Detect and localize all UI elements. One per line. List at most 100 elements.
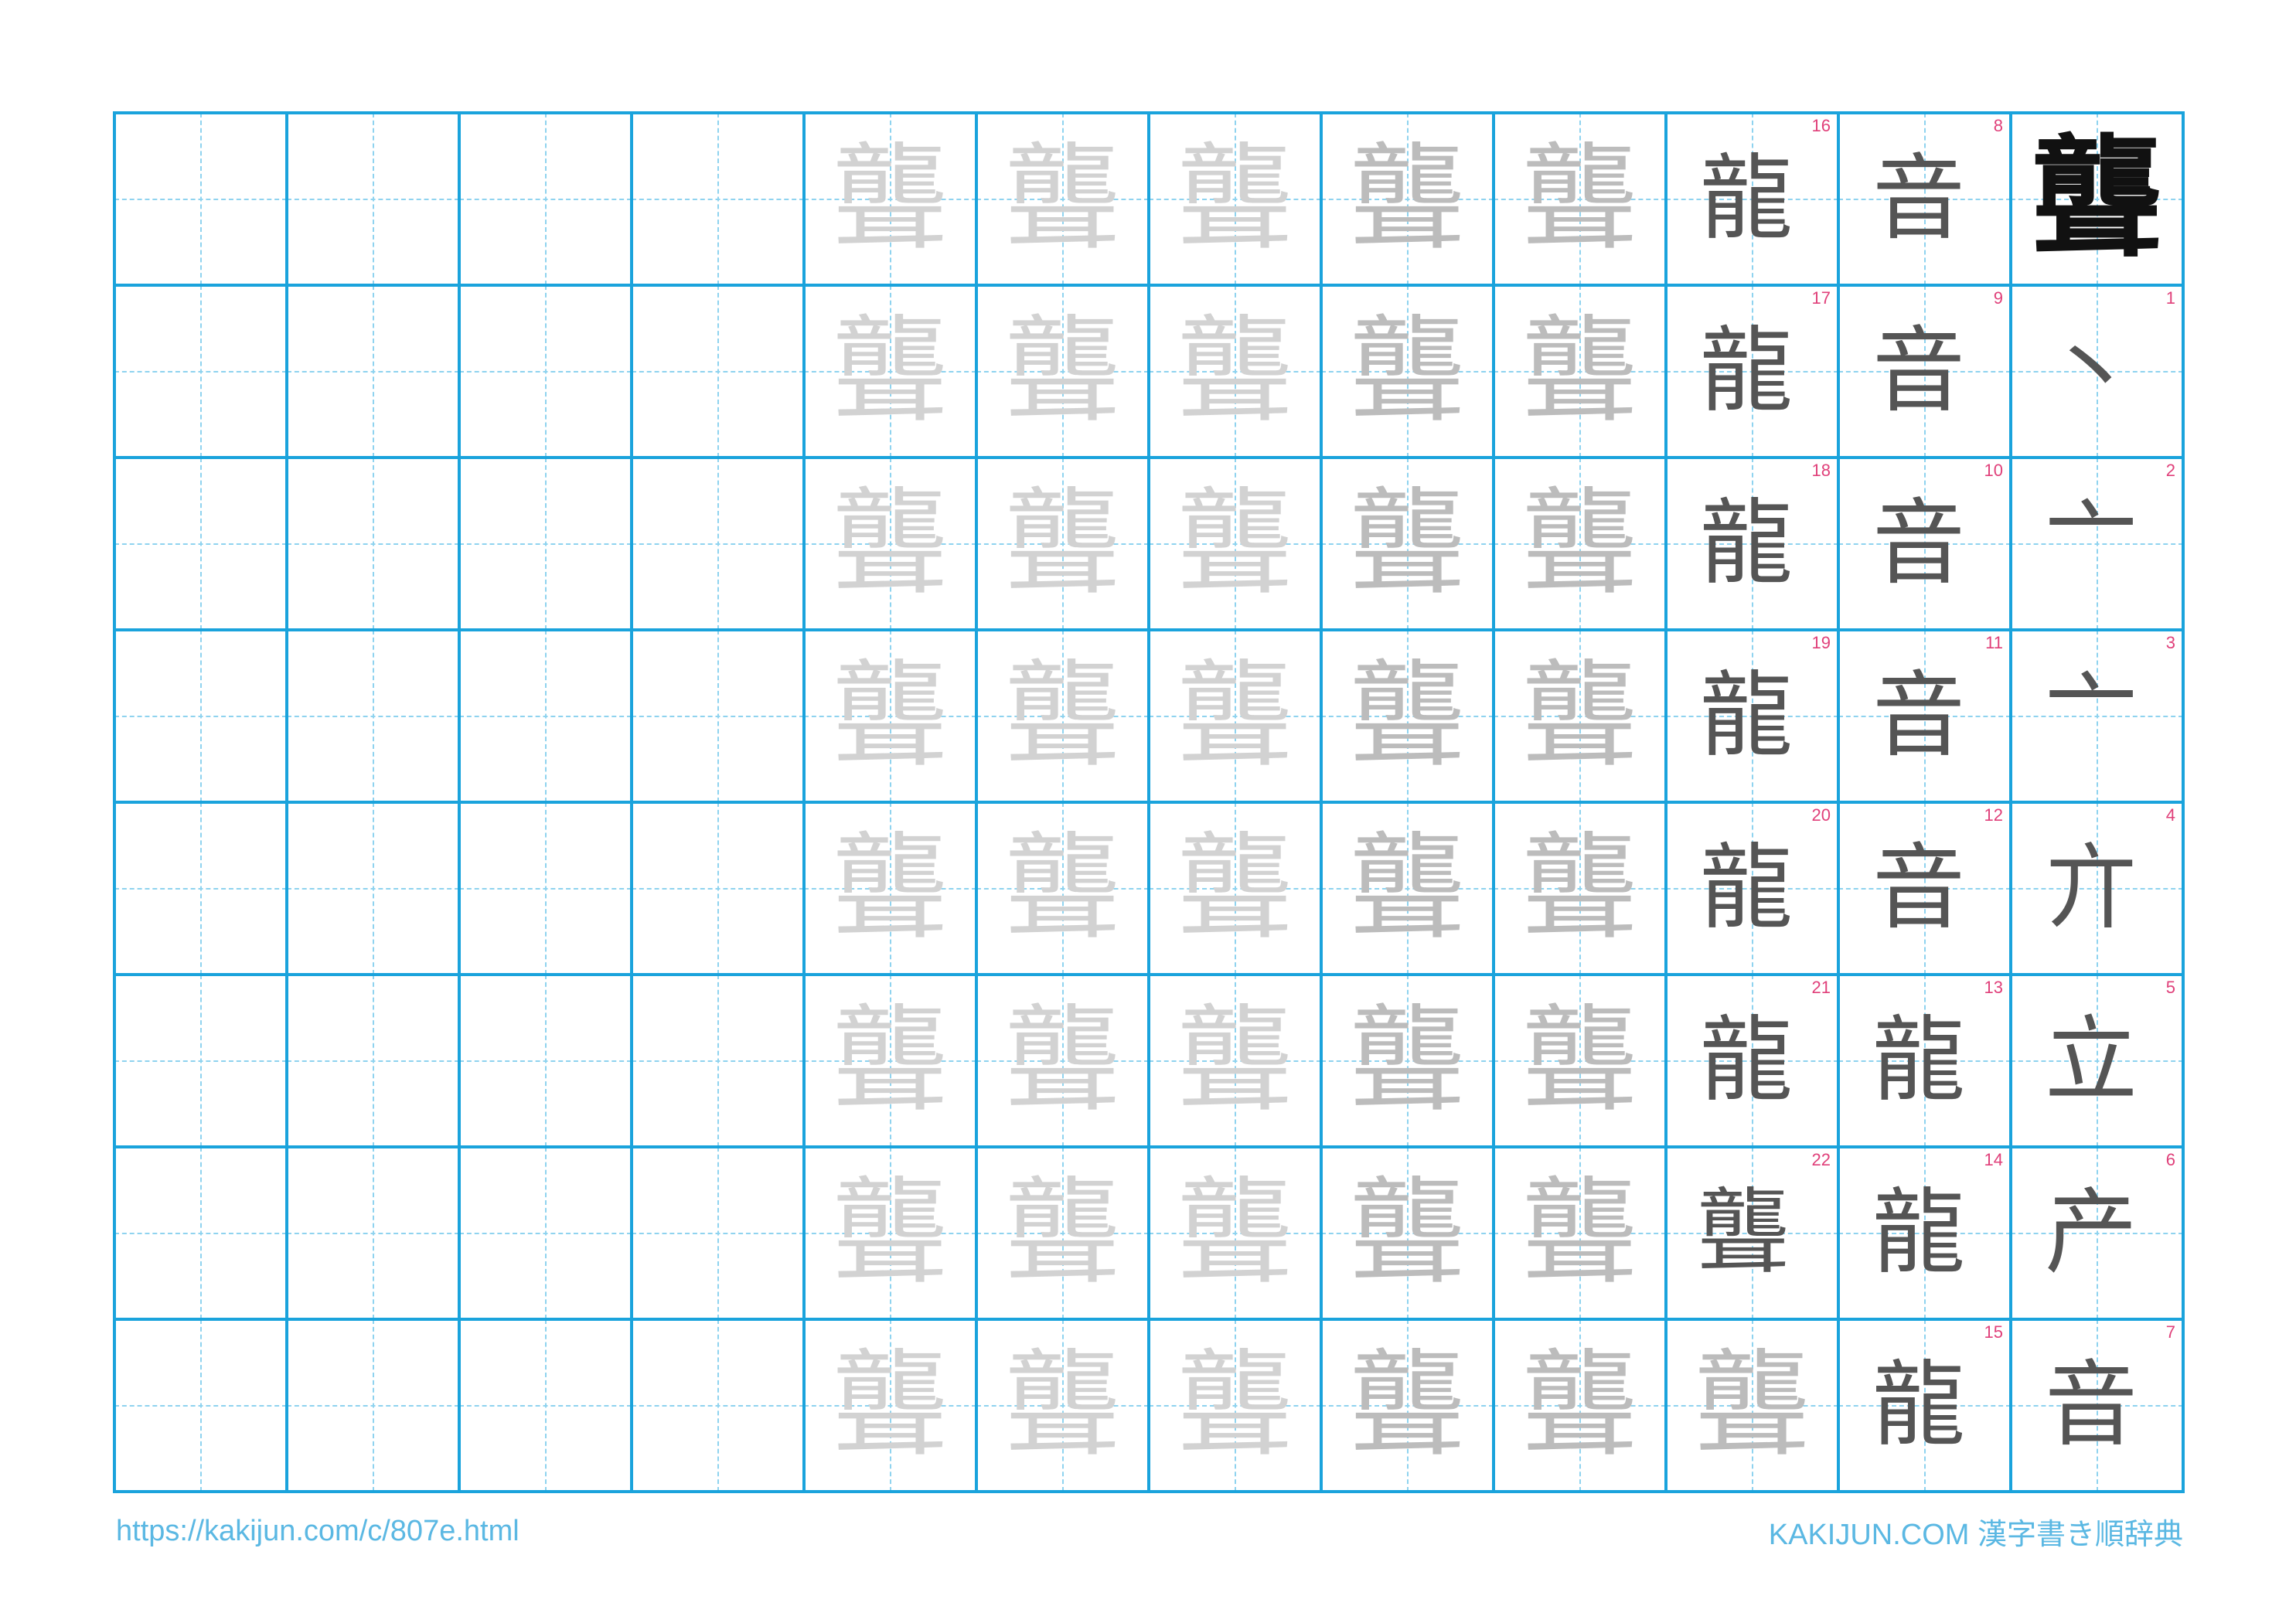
stroke-step-glyph: 亠 (2045, 489, 2138, 597)
guide-line-vertical (373, 285, 374, 458)
guide-line-horizontal (287, 888, 459, 890)
grid-cell: 聾 (804, 975, 976, 1147)
tracing-kanji: 聾 (1521, 131, 1638, 267)
stroke-step-glyph: 亣 (2045, 834, 2138, 942)
guide-line-vertical (200, 975, 202, 1147)
stroke-step-glyph: 龍 (1700, 662, 1793, 770)
guide-line-horizontal (287, 199, 459, 200)
site-brand: KAKIJUN.COM 漢字書き順辞典 (1768, 1519, 2183, 1551)
guide-line-vertical (545, 1147, 547, 1319)
stroke-step-glyph: 音 (1872, 317, 1965, 425)
guide-line-vertical (373, 113, 374, 285)
grid-cell: 音8 (1838, 113, 2011, 285)
stroke-step-glyph: 音 (1872, 834, 1965, 942)
stroke-step-glyph: 丶 (2045, 317, 2138, 425)
guide-line-horizontal (114, 1060, 287, 1062)
stroke-number: 11 (1985, 633, 2003, 652)
guide-line-vertical (545, 975, 547, 1147)
guide-line-horizontal (114, 199, 287, 200)
grid-cell: 聾 (1494, 802, 1666, 975)
grid-cell (114, 458, 287, 630)
grid-cell (459, 1319, 632, 1492)
tracing-kanji: 聾 (1521, 993, 1638, 1128)
guide-line-horizontal (287, 371, 459, 373)
grid-cell: 聾 (976, 630, 1149, 802)
stroke-step-glyph: 龍 (1872, 1351, 1965, 1459)
guide-line-vertical (373, 975, 374, 1147)
grid-line-horizontal (113, 284, 2185, 287)
tracing-kanji: 聾 (1177, 1165, 1293, 1301)
source-url[interactable]: https://kakijun.com/c/807e.html (116, 1515, 519, 1548)
grid-cell (459, 1147, 632, 1319)
guide-line-horizontal (114, 716, 287, 717)
guide-line-vertical (717, 1319, 719, 1492)
grid-cell (632, 1147, 804, 1319)
tracing-kanji: 聾 (1177, 993, 1293, 1128)
grid-cell (459, 630, 632, 802)
stroke-number: 12 (1984, 805, 2003, 825)
tracing-kanji: 聾 (1177, 131, 1293, 267)
tracing-kanji: 聾 (1004, 1165, 1121, 1301)
stroke-step-glyph: 龍 (1872, 1179, 1965, 1287)
grid-cell: 亣4 (2011, 802, 2183, 975)
grid-cell (632, 113, 804, 285)
grid-cell: 聾 (1494, 113, 1666, 285)
stroke-number: 20 (1811, 805, 1831, 825)
grid-cell: 聾 (1149, 1319, 1321, 1492)
guide-line-horizontal (632, 1060, 804, 1062)
grid-cell: 音 11 (1838, 630, 2011, 802)
grid-cell (287, 1319, 459, 1492)
stroke-step-glyph: 音 (1872, 145, 1965, 253)
grid-cell (632, 458, 804, 630)
tracing-kanji: 聾 (1349, 1165, 1466, 1301)
stroke-number: 15 (1984, 1322, 2003, 1342)
tracing-kanji: 聾 (1349, 476, 1466, 611)
guide-line-horizontal (114, 371, 287, 373)
grid-cell: 聾 (1149, 802, 1321, 975)
tracing-kanji: 聾 (1694, 1338, 1811, 1473)
tracing-kanji: 聾 (1349, 304, 1466, 439)
grid-line-horizontal (113, 1145, 2185, 1148)
grid-cell (459, 285, 632, 458)
guide-line-vertical (717, 285, 719, 458)
practice-grid: 聾聾聾聾聾龍 16 音 8 聾聾聾聾聾聾龍 17 音 9 丶 1 聾聾聾聾聾龍 18 音 10 亠 2 聾聾聾聾… (113, 111, 2185, 1493)
grid-line-horizontal (113, 801, 2185, 804)
main-kanji: 聾 (2031, 122, 2163, 276)
guide-line-horizontal (287, 1405, 459, 1407)
guide-line-horizontal (287, 543, 459, 545)
stroke-number: 4 (2165, 805, 2175, 825)
guide-line-vertical (373, 630, 374, 802)
guide-line-vertical (545, 285, 547, 458)
guide-line-horizontal (632, 1233, 804, 1234)
grid-cell (114, 285, 287, 458)
grid-cell: 立5 (2011, 975, 2183, 1147)
stroke-step-glyph: 龍 (1700, 489, 1793, 597)
guide-line-horizontal (459, 1405, 632, 1407)
guide-line-horizontal (459, 716, 632, 717)
tracing-kanji: 聾 (1349, 648, 1466, 784)
grid-cell (114, 1147, 287, 1319)
stroke-number: 8 (1993, 116, 2003, 135)
grid-cell (632, 975, 804, 1147)
guide-line-horizontal (287, 1060, 459, 1062)
guide-line-horizontal (114, 1405, 287, 1407)
guide-line-vertical (373, 1319, 374, 1492)
tracing-kanji: 聾 (1177, 1338, 1293, 1473)
stroke-number: 7 (2165, 1322, 2175, 1342)
guide-line-horizontal (114, 543, 287, 545)
guide-line-vertical (545, 802, 547, 975)
grid-cell: 丶1 (2011, 285, 2183, 458)
tracing-kanji: 聾 (832, 993, 949, 1128)
stroke-number: 17 (1811, 288, 1831, 308)
tracing-kanji: 聾 (1521, 648, 1638, 784)
guide-line-vertical (200, 630, 202, 802)
grid-cell: 聾 (1149, 630, 1321, 802)
grid-cell: 聾 (804, 1147, 976, 1319)
guide-line-horizontal (632, 716, 804, 717)
guide-line-vertical (200, 1147, 202, 1319)
stroke-step-glyph: 聾 (1697, 1179, 1790, 1287)
guide-line-vertical (717, 458, 719, 630)
grid-cell: 龍 18 (1666, 458, 1838, 630)
grid-cell: 龍 19 (1666, 630, 1838, 802)
guide-line-horizontal (459, 199, 632, 200)
